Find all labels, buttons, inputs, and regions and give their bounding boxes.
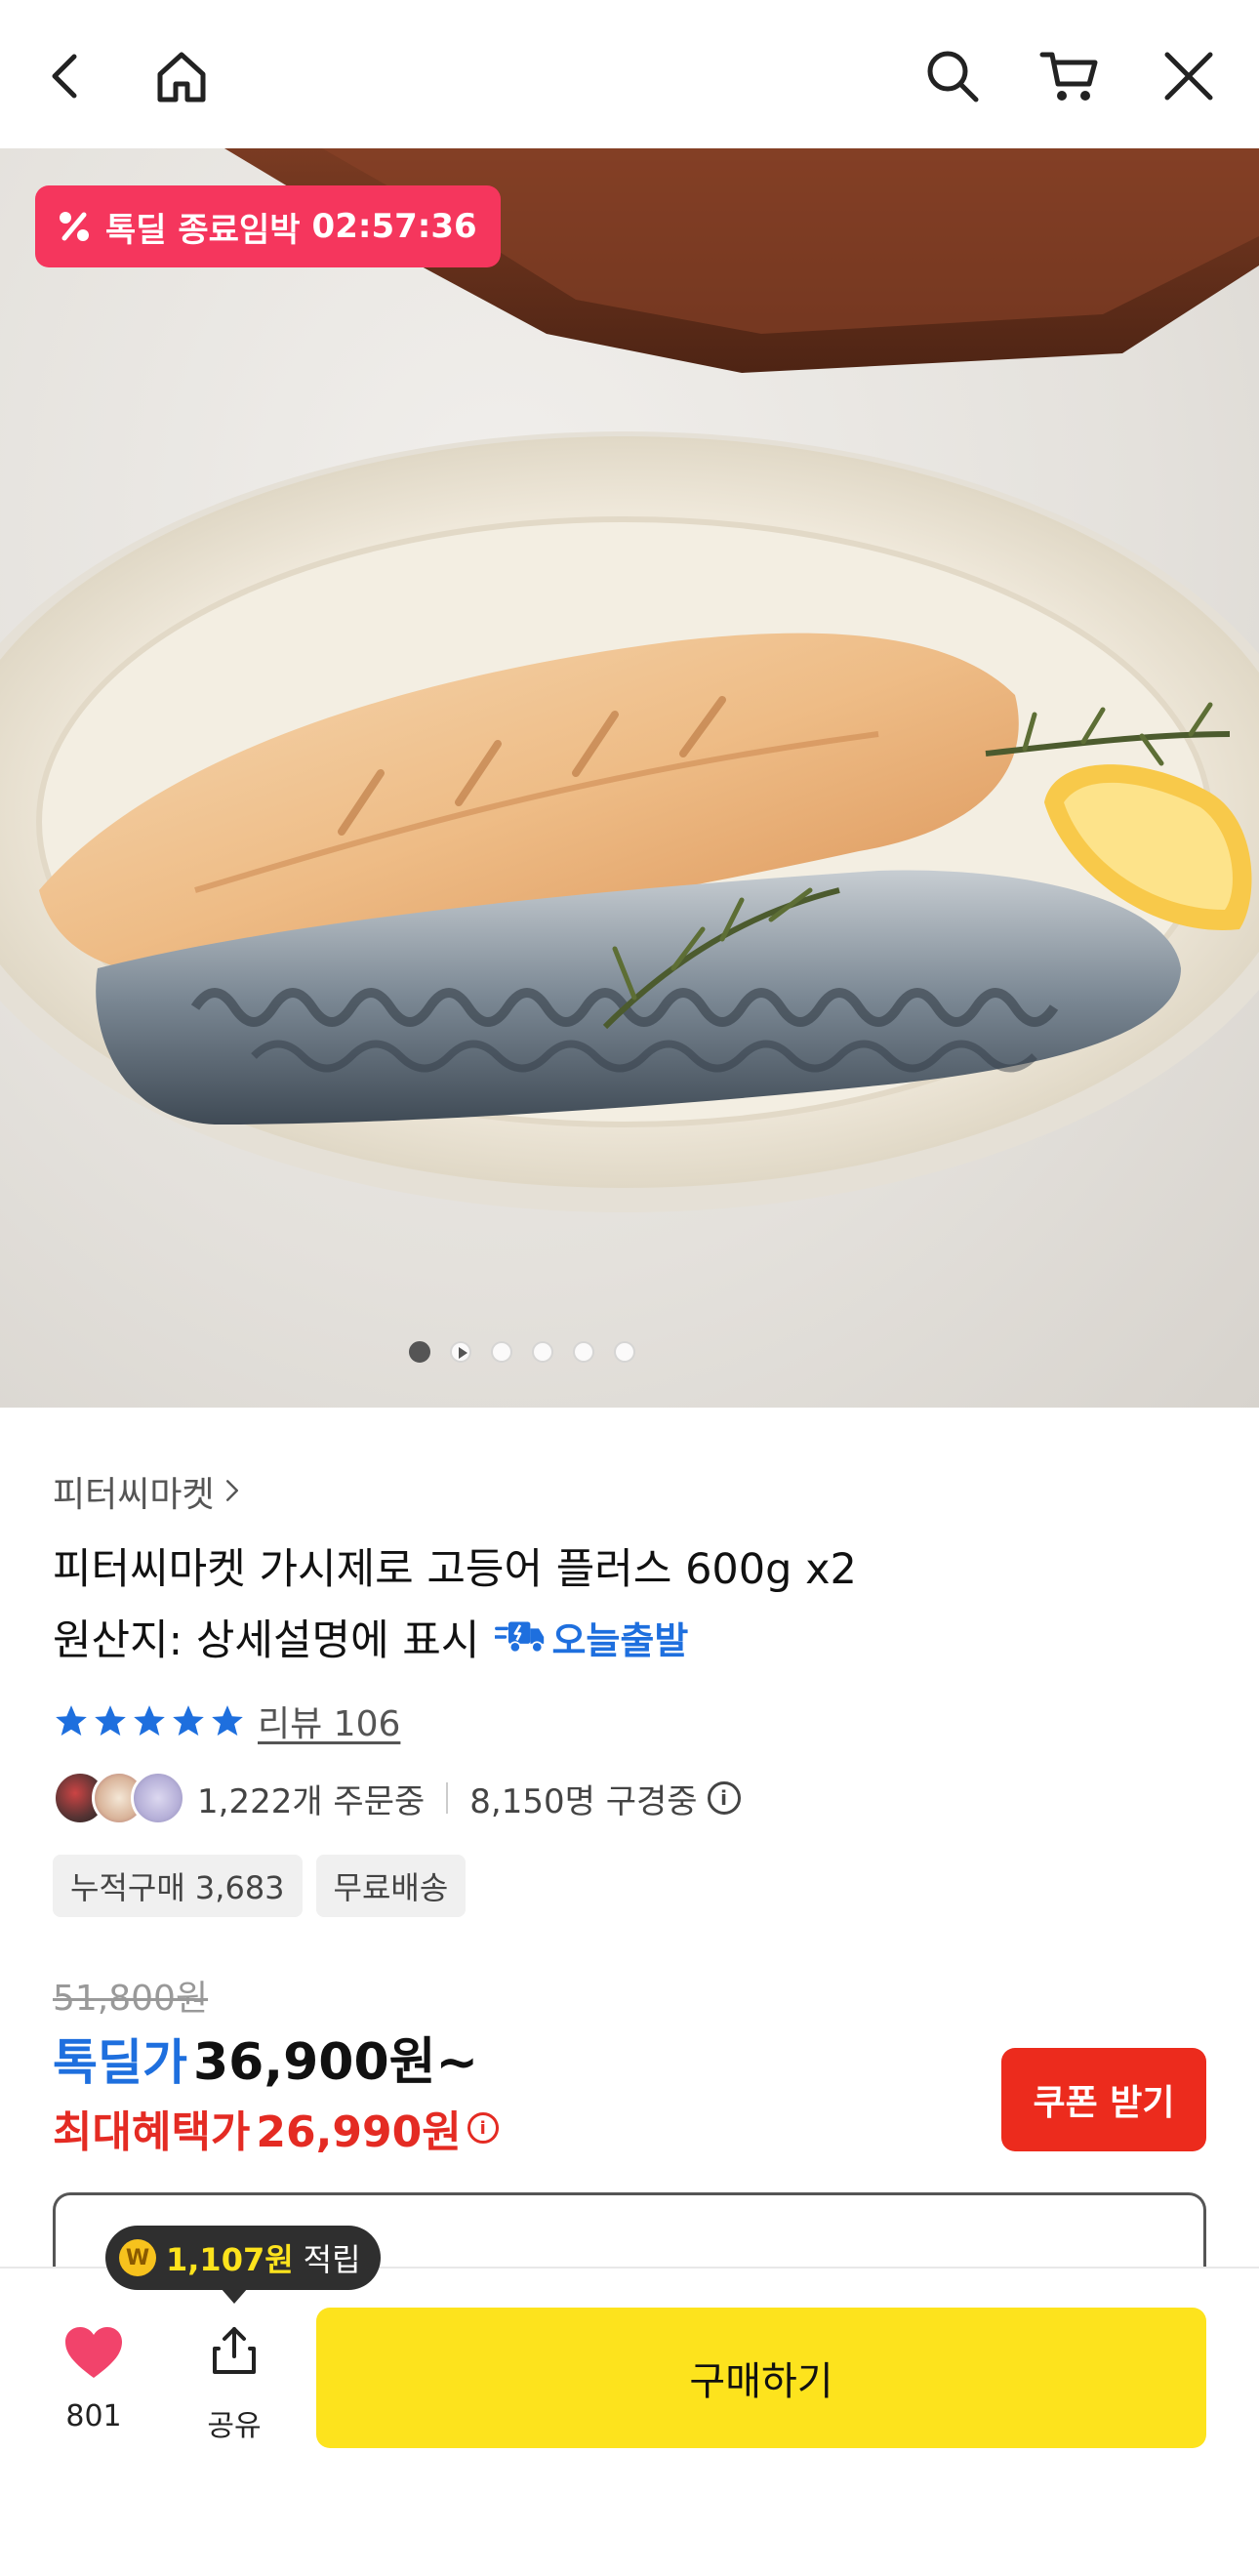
deal-price-row: 톡딜가 36,900원~ — [53, 2021, 478, 2094]
close-icon[interactable] — [1157, 45, 1220, 107]
divider — [446, 1782, 449, 1814]
max-benefit-price: 26,990원 — [256, 2107, 462, 2157]
origin-text: 원산지: 상세설명에 표시 — [53, 1616, 480, 1665]
product-title: 피터씨마켓 가시제로 고등어 플러스 600g x2 — [53, 1545, 857, 1594]
review-link[interactable]: 리뷰 106 — [258, 1696, 400, 1746]
points-suffix: 적립 — [303, 2241, 361, 2278]
product-tags: 누적구매 3,683 무료배송 — [53, 1855, 467, 1917]
max-benefit-label: 최대혜택가 — [53, 2107, 251, 2157]
max-benefit-row: 최대혜택가 26,990원 i — [53, 2097, 499, 2159]
store-name: 피터씨마켓 — [53, 1475, 215, 1515]
like-button[interactable]: 801 — [53, 2325, 135, 2433]
star-icon — [56, 1705, 87, 1737]
share-label: 공유 — [207, 2409, 262, 2443]
free-shipping-tag: 무료배송 — [315, 1855, 467, 1917]
home-icon[interactable] — [150, 45, 213, 107]
points-amount: 1,107원 — [166, 2241, 294, 2278]
carousel-dot[interactable] — [532, 1341, 553, 1363]
buyer-avatars — [53, 1771, 185, 1825]
info-icon[interactable]: i — [707, 1781, 741, 1815]
percent-icon — [55, 207, 94, 246]
carousel-dot[interactable] — [614, 1341, 635, 1363]
chevron-right-icon — [224, 1472, 240, 1512]
carousel-dot[interactable] — [573, 1341, 594, 1363]
carousel-dot[interactable] — [409, 1341, 430, 1363]
share-button[interactable]: 공유 — [193, 2323, 275, 2444]
carousel-dot-video[interactable] — [450, 1341, 471, 1363]
rating-row: 리뷰 106 — [53, 1696, 400, 1746]
star-rating — [53, 1702, 246, 1739]
star-icon — [95, 1705, 126, 1737]
origin-row: 원산지: 상세설명에 표시 오늘출발 — [53, 1607, 688, 1667]
deal-price: 36,900원~ — [193, 2033, 479, 2092]
deal-countdown-timer: 02:57:36 — [311, 207, 477, 246]
coin-icon: W — [119, 2239, 156, 2276]
cart-icon[interactable] — [1038, 45, 1101, 107]
deal-countdown-badge: 톡딜 종료임박 02:57:36 — [35, 185, 501, 267]
back-arrow-icon[interactable] — [35, 45, 98, 107]
star-icon — [134, 1705, 165, 1737]
product-image-carousel[interactable]: 톡딜 종료임박 02:57:36 — [0, 148, 1259, 1408]
search-icon[interactable] — [921, 45, 984, 107]
same-day-shipping-label: 오늘출발 — [551, 1618, 689, 1662]
social-proof-row: 1,222개 주문중 8,150명 구경중 i — [53, 1771, 741, 1825]
deal-price-label: 톡딜가 — [53, 2034, 187, 2091]
viewers-count: 8,150명 구경중 — [469, 1781, 698, 1821]
orders-count: 1,222개 주문중 — [197, 1781, 426, 1821]
share-icon — [213, 2327, 256, 2374]
deal-badge-label: 톡딜 종료임박 — [105, 210, 301, 250]
points-tooltip: W 1,107원 적립 — [105, 2226, 381, 2304]
cumulative-purchase-tag: 누적구매 3,683 — [53, 1855, 303, 1917]
like-count: 801 — [65, 2399, 122, 2433]
product-photo-mackerel — [0, 148, 1259, 1212]
same-day-shipping-tag: 오늘출발 — [495, 1611, 688, 1664]
get-coupon-button[interactable]: 쿠폰 받기 — [1001, 2048, 1206, 2151]
carousel-indicator — [0, 1341, 1152, 1363]
store-link[interactable]: 피터씨마켓 — [53, 1466, 240, 1517]
star-icon — [212, 1705, 243, 1737]
heart-icon — [65, 2327, 122, 2378]
delivery-truck-icon — [495, 1621, 545, 1654]
bottom-action-bar: 801 공유 구매하기 — [0, 2267, 1259, 2576]
info-icon[interactable]: i — [467, 2112, 499, 2144]
original-price: 51,800원 — [53, 1979, 209, 2019]
buy-button[interactable]: 구매하기 — [316, 2308, 1206, 2448]
star-icon — [173, 1705, 204, 1737]
top-navigation-bar — [0, 0, 1259, 148]
carousel-dot[interactable] — [491, 1341, 512, 1363]
avatar — [131, 1771, 185, 1825]
